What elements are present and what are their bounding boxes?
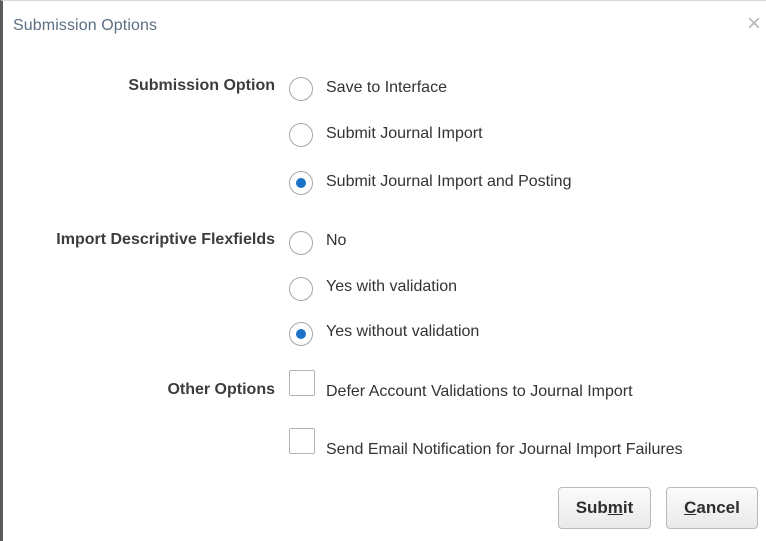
radio-dff-yes-with-validation[interactable] bbox=[289, 277, 313, 301]
option-dff-yes-without-validation-label[interactable]: Yes without validation bbox=[326, 323, 479, 341]
option-dff-yes-with-validation-label[interactable]: Yes with validation bbox=[326, 278, 457, 296]
radio-save-to-interface[interactable] bbox=[289, 77, 313, 101]
radio-submit-journal-import[interactable] bbox=[289, 123, 313, 147]
option-send-email-notification-label[interactable]: Send Email Notification for Journal Impo… bbox=[326, 441, 683, 459]
submit-button-label: Submit bbox=[575, 498, 634, 517]
option-dff-no-label[interactable]: No bbox=[326, 232, 346, 250]
dialog-title: Submission Options bbox=[13, 17, 158, 34]
submission-option-label: Submission Option bbox=[128, 77, 275, 94]
cancel-button-label: Cancel bbox=[684, 498, 740, 517]
close-icon[interactable]: × bbox=[747, 11, 766, 37]
radio-submit-journal-import-and-posting[interactable] bbox=[289, 171, 313, 195]
radio-dff-no[interactable] bbox=[289, 231, 313, 255]
checkbox-defer-account-validations[interactable] bbox=[289, 370, 315, 396]
checkbox-send-email-notification[interactable] bbox=[289, 428, 315, 454]
option-submit-journal-import-and-posting-label[interactable]: Submit Journal Import and Posting bbox=[326, 173, 571, 191]
radio-dff-yes-without-validation[interactable] bbox=[289, 322, 313, 346]
submit-button[interactable]: Submit bbox=[558, 487, 651, 529]
option-submit-journal-import-label[interactable]: Submit Journal Import bbox=[326, 125, 483, 143]
option-defer-account-validations-label[interactable]: Defer Account Validations to Journal Imp… bbox=[326, 383, 633, 401]
submission-options-dialog: Submission Options × Submission Option S… bbox=[0, 0, 766, 541]
option-save-to-interface-label[interactable]: Save to Interface bbox=[326, 79, 447, 97]
other-options-label: Other Options bbox=[167, 381, 275, 398]
cancel-button[interactable]: Cancel bbox=[666, 487, 758, 529]
import-descriptive-flexfields-label: Import Descriptive Flexfields bbox=[56, 231, 275, 248]
